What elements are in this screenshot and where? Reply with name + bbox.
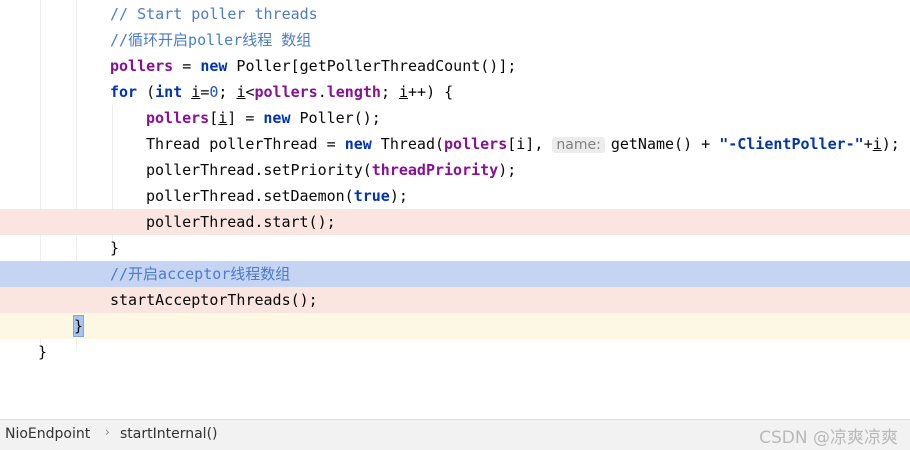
comment: //循环开启poller线程 数组	[110, 31, 312, 49]
watermark: CSDN @凉爽凉爽	[759, 428, 898, 448]
code-text: for (int i=0; i<pollers.length; i++) {	[110, 83, 454, 101]
breakpoint-line[interactable]: startAcceptorThreads();	[0, 287, 910, 313]
code-text: pollerThread.setPriority(threadPriority)…	[146, 161, 517, 179]
code-line[interactable]: pollers[i] = new Poller();	[0, 105, 910, 131]
code-line[interactable]: // Start poller threads	[0, 1, 910, 27]
current-line[interactable]: }	[0, 313, 910, 339]
code-text: Thread pollerThread = new Thread(pollers…	[146, 135, 900, 153]
breadcrumb-method[interactable]: startInternal()	[120, 426, 218, 442]
code-editor[interactable]: // Start poller threads //循环开启poller线程 数…	[0, 0, 910, 418]
code-text: startAcceptorThreads();	[110, 291, 318, 309]
code-line[interactable]: }	[0, 235, 910, 261]
parameter-hint: name:	[552, 137, 605, 153]
comment: //开启acceptor线程数组	[110, 265, 291, 283]
code-line[interactable]: pollerThread.setDaemon(true);	[0, 183, 910, 209]
breadcrumb-bar: NioEndpoint › startInternal() CSDN @凉爽凉爽	[0, 419, 910, 450]
code-text: pollerThread.setDaemon(true);	[146, 187, 408, 205]
code-text: pollers = new Poller[getPollerThreadCoun…	[110, 57, 517, 75]
selected-line[interactable]: //开启acceptor线程数组	[0, 261, 910, 287]
matched-brace: }	[72, 315, 85, 337]
code-line[interactable]: Thread pollerThread = new Thread(pollers…	[0, 131, 910, 157]
comment: // Start poller threads	[110, 5, 318, 23]
code-text: pollerThread.start();	[146, 213, 336, 231]
chevron-right-icon: ›	[105, 425, 110, 439]
breadcrumb-class[interactable]: NioEndpoint	[5, 426, 90, 442]
breakpoint-line[interactable]: pollerThread.start();	[0, 209, 910, 235]
closing-brace: }	[38, 343, 48, 361]
code-line[interactable]: //循环开启poller线程 数组	[0, 27, 910, 53]
code-line[interactable]: for (int i=0; i<pollers.length; i++) {	[0, 79, 910, 105]
code-line[interactable]: }	[0, 339, 910, 365]
code-text: pollers[i] = new Poller();	[146, 109, 381, 127]
closing-brace: }	[110, 239, 120, 257]
code-line[interactable]: pollerThread.setPriority(threadPriority)…	[0, 157, 910, 183]
code-line[interactable]: pollers = new Poller[getPollerThreadCoun…	[0, 53, 910, 79]
